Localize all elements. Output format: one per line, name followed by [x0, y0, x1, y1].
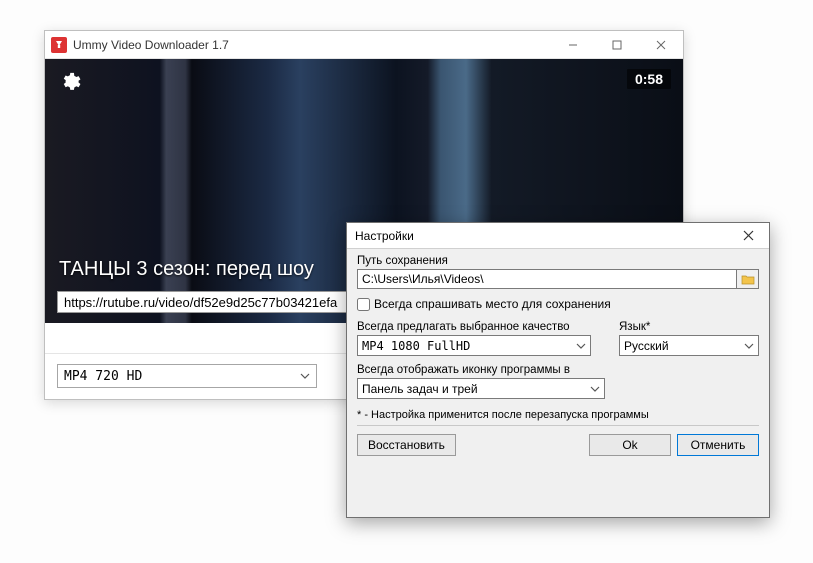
language-select-value: Русский: [624, 339, 669, 353]
cancel-button[interactable]: Отменить: [677, 434, 759, 456]
footnote: * - Настройка применится после перезапус…: [357, 409, 759, 421]
tray-select-value: Панель задач и трей: [362, 382, 478, 396]
window-title: Ummy Video Downloader 1.7: [73, 38, 551, 52]
ok-button[interactable]: Ok: [589, 434, 671, 456]
language-label: Язык*: [619, 321, 759, 333]
format-select-value: MP4 720 HD: [64, 369, 142, 384]
quality-select[interactable]: MP4 1080 FullHD: [357, 335, 591, 356]
quality-select-value: MP4 1080 FullHD: [362, 339, 470, 353]
format-select[interactable]: MP4 720 HD: [57, 364, 317, 388]
browse-button[interactable]: [737, 269, 759, 289]
dialog-close-button[interactable]: [727, 223, 769, 248]
tray-label: Всегда отображать иконку программы в: [357, 364, 759, 376]
quality-label: Всегда предлагать выбранное качество: [357, 321, 591, 333]
close-button[interactable]: [639, 31, 683, 58]
chevron-down-icon: [590, 384, 600, 394]
tray-select[interactable]: Панель задач и трей: [357, 378, 605, 399]
settings-dialog: Настройки Путь сохранения Всегда спрашив…: [346, 222, 770, 518]
chevron-down-icon: [744, 341, 754, 351]
window-controls: [551, 31, 683, 58]
chevron-down-icon: [300, 371, 310, 381]
dialog-titlebar: Настройки: [347, 223, 769, 249]
maximize-button[interactable]: [595, 31, 639, 58]
folder-icon: [741, 274, 755, 285]
gear-icon[interactable]: [59, 71, 81, 93]
dialog-title: Настройки: [355, 229, 727, 243]
restore-button[interactable]: Восстановить: [357, 434, 456, 456]
chevron-down-icon: [576, 341, 586, 351]
titlebar: Ummy Video Downloader 1.7: [45, 31, 683, 59]
separator: [357, 425, 759, 426]
language-select[interactable]: Русский: [619, 335, 759, 356]
always-ask-label: Всегда спрашивать место для сохранения: [374, 297, 611, 311]
save-path-input[interactable]: [357, 269, 737, 289]
save-path-label: Путь сохранения: [357, 255, 759, 267]
dialog-body: Путь сохранения Всегда спрашивать место …: [347, 249, 769, 464]
video-duration: 0:58: [627, 69, 671, 89]
always-ask-checkbox[interactable]: [357, 298, 370, 311]
video-title: ТАНЦЫ 3 сезон: перед шоу: [59, 258, 314, 281]
app-icon: [51, 37, 67, 53]
minimize-button[interactable]: [551, 31, 595, 58]
